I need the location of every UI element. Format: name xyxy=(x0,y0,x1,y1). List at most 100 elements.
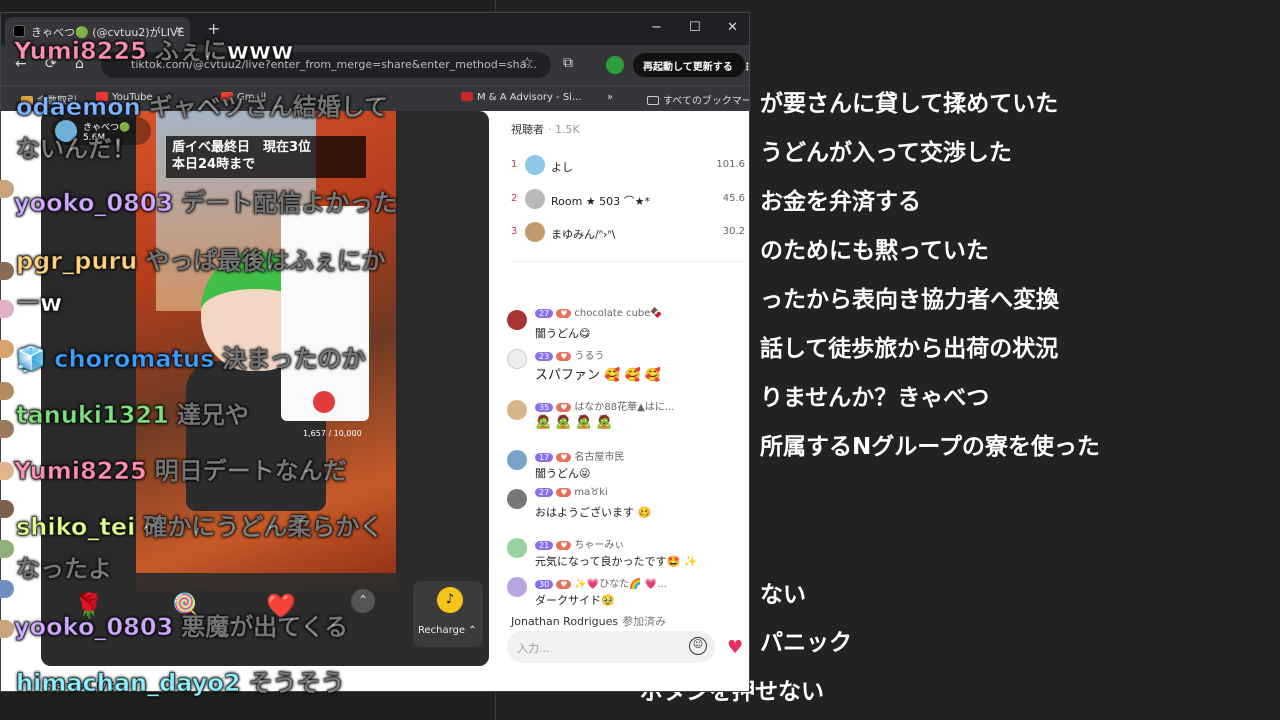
profile-avatar[interactable] xyxy=(606,56,624,74)
event-banner: 盾イベ最終日 現在3位 本日24時まで xyxy=(166,136,366,178)
banner-line: 盾イベ最終日 現在3位 xyxy=(172,140,312,155)
ranking-row[interactable]: 2 Room ★ 503 ⌒★* 45.6 xyxy=(511,189,747,211)
note-line: うどんが入って交渉した xyxy=(760,140,1012,166)
update-button-label: 再起動して更新する xyxy=(643,62,733,73)
message-author[interactable]: ma♉ki xyxy=(574,487,607,498)
message-text: おはようございます 🥴 xyxy=(535,506,652,519)
joined-user[interactable]: Jonathan Rodrigues xyxy=(511,615,618,628)
message-author[interactable]: 名古屋市民 xyxy=(574,452,624,463)
menu-dots-icon[interactable]: ⋮ xyxy=(742,62,749,73)
fan-badge: ♥ xyxy=(556,352,572,361)
minimize-button[interactable]: − xyxy=(651,20,662,35)
overlay-text: ないんだ！ xyxy=(16,135,137,164)
message-author[interactable]: ✨💗ひなた🌈 💗... xyxy=(574,579,667,590)
bookmark-item[interactable]: M & A Advisory - Si... xyxy=(461,92,582,103)
update-button[interactable]: 再起動して更新する ⋮ xyxy=(633,53,749,77)
call-card xyxy=(281,206,369,421)
level-badge: 27 xyxy=(535,309,554,318)
avatar xyxy=(525,189,545,209)
extensions-icon[interactable]: ⧉ xyxy=(563,55,573,71)
avatar[interactable] xyxy=(507,400,527,420)
overlay-user: shiko_tei xyxy=(15,513,136,542)
message-meta: 23 ♥ うるう xyxy=(535,347,604,362)
avatar[interactable] xyxy=(507,310,527,330)
join-notice: Jonathan Rodrigues 参加済み xyxy=(511,613,666,629)
rank-number: 1 xyxy=(511,159,518,170)
hangup-icon xyxy=(313,391,335,413)
overlay-user: Yumi8225 xyxy=(14,457,148,486)
fan-badge: ♥ xyxy=(556,403,572,412)
message-text: 元気になって良かったです🤩 ✨ xyxy=(535,555,698,568)
overlay-user: Yumi8225 xyxy=(14,37,148,66)
level-badge: 17 xyxy=(535,453,554,462)
rank-number: 3 xyxy=(511,226,518,237)
fan-badge: ♥ xyxy=(556,580,572,589)
overlay-comment: yooko_0803 悪魔が出てくる xyxy=(13,612,349,642)
viewers-label: 視聴者 xyxy=(511,123,544,136)
divider xyxy=(511,261,747,262)
message-text: ダークサイド🥹 xyxy=(535,594,615,607)
avatar[interactable] xyxy=(507,489,527,509)
level-badge: 23 xyxy=(535,352,554,361)
avatar[interactable] xyxy=(507,349,527,369)
avatar[interactable] xyxy=(507,577,527,597)
note-line: お金を弁済する xyxy=(760,189,921,215)
rank-name: よし xyxy=(551,161,573,174)
overlay-text: 確かにうどん柔らかく xyxy=(143,513,384,542)
fan-badge: ♥ xyxy=(556,453,572,462)
chat-input-placeholder: 入力... xyxy=(517,642,550,655)
message-author[interactable]: はなか88花華▲はに... xyxy=(574,402,674,413)
overlay-user: pgr_puru xyxy=(15,247,138,276)
all-bookmarks[interactable]: すべてのブックマーク xyxy=(647,92,749,107)
overlay-comment: ないんだ！ xyxy=(16,134,137,164)
close-window-button[interactable]: ✕ xyxy=(727,20,738,35)
overlay-comment: 🧊 choromatus 決まったのか xyxy=(15,344,366,374)
viewers-header[interactable]: 視聴者 · 1.5K xyxy=(511,121,580,137)
overlay-text: ーw xyxy=(15,289,63,318)
message-author[interactable]: うるう xyxy=(574,351,604,362)
message-text: スパファン 🥰 🥰 🥰 xyxy=(535,368,661,383)
message-author[interactable]: ちゃーみぃ xyxy=(574,540,624,551)
joined-label: 参加済み xyxy=(622,615,667,628)
bookmark-label: すべてのブックマーク xyxy=(663,96,749,107)
maximize-button[interactable]: ☐ xyxy=(689,20,701,35)
overlay-text: 決まったのか xyxy=(222,345,366,374)
overlay-text: そうそう xyxy=(248,669,345,698)
overlay-text: なったよ xyxy=(16,555,113,584)
bookmarks-more-button[interactable]: » xyxy=(607,92,613,103)
message-text: 🧟 🧟 🧟 🧟 xyxy=(535,415,613,430)
close-icon[interactable]: × xyxy=(175,23,184,36)
overlay-text: デート配信よかった xyxy=(181,189,398,218)
overlay-text: 悪魔が出てくる xyxy=(181,613,349,642)
more-gifts-button[interactable]: ⌃ xyxy=(351,589,375,613)
note-line: ったから表向き協力者へ変換 xyxy=(760,287,1059,313)
viewers-count: · 1.5K xyxy=(548,123,580,136)
note-line: 話して徒歩旅から出荷の状況 xyxy=(760,336,1059,362)
fan-badge: ♥ xyxy=(556,488,572,497)
bookmark-label: M & A Advisory - Si... xyxy=(477,92,582,103)
bookmark-star-icon[interactable]: ☆ xyxy=(521,55,534,71)
message-author[interactable]: chocolate cube🍫 xyxy=(574,308,663,319)
note-line: のためにも黙っていた xyxy=(760,238,989,264)
overlay-text: ギャベツさん結婚して xyxy=(148,93,389,122)
ranking-row[interactable]: 3 まゆみん/ᐢ›ᐢ\ 30.2 xyxy=(511,222,747,244)
message-meta: 21 ♥ ちゃーみぃ xyxy=(535,536,624,551)
ranking-row[interactable]: 1 よし 101.6 xyxy=(511,155,747,177)
screen: が要さんに貸して揉めていた うどんが入って交渉した お金を弁済する のためにも黙… xyxy=(0,0,1280,720)
message-meta: 27 ♥ ma♉ki xyxy=(535,487,608,498)
overlay-comment: pgr_puru やっぱ最後はふぇにか xyxy=(15,246,385,276)
overlay-comment: Yumi8225 明日デートなんだ xyxy=(14,456,348,486)
message-meta: 30 ♥ ✨💗ひなた🌈 💗... xyxy=(535,575,667,590)
heart-icon[interactable]: ♥ xyxy=(727,637,743,658)
overlay-user: 🧊 choromatus xyxy=(15,345,215,374)
emoji-icon[interactable]: ☺ xyxy=(689,637,707,655)
message-meta: 35 ♥ はなか88花華▲はに... xyxy=(535,398,674,413)
overlay-comment: Yumi8225 ふぇにwww xyxy=(14,36,294,66)
avatar[interactable] xyxy=(507,538,527,558)
overlay-user: tanuki1321 xyxy=(16,401,170,430)
recharge-button[interactable]: ♪ Recharge ⌃ xyxy=(413,581,483,647)
folder-icon xyxy=(647,96,659,105)
avatar[interactable] xyxy=(507,450,527,470)
level-badge: 35 xyxy=(535,403,554,412)
chat-input[interactable]: 入力... xyxy=(507,631,715,663)
